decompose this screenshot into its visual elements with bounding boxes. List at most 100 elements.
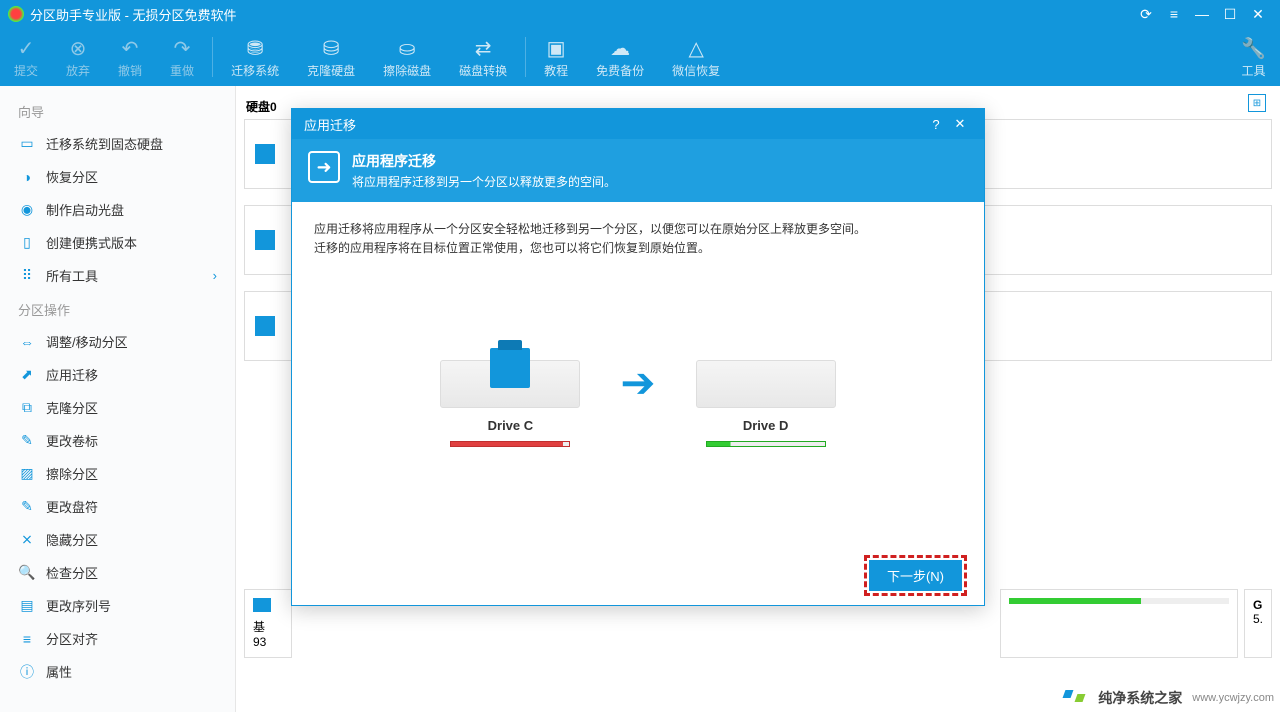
wipe-disk-button[interactable]: ⛀擦除磁盘 bbox=[369, 28, 445, 86]
sidebar-item-recover-partition[interactable]: ◑恢复分区 bbox=[0, 160, 235, 193]
drive-c-icon bbox=[440, 318, 580, 408]
help-icon[interactable]: ? bbox=[924, 117, 948, 132]
sidebar-item-change-serial[interactable]: ▤更改序列号 bbox=[0, 589, 235, 622]
drive-d-icon bbox=[696, 318, 836, 408]
cancel-icon: ⊗ bbox=[70, 36, 87, 62]
search-icon: 🔍 bbox=[18, 564, 36, 582]
refresh-icon[interactable]: ⟳ bbox=[1132, 0, 1160, 28]
serial-icon: ▤ bbox=[18, 597, 36, 615]
redo-button[interactable]: ↷重做 bbox=[156, 28, 208, 86]
sidebar-item-change-label[interactable]: ✎更改卷标 bbox=[0, 424, 235, 457]
sidebar-item-app-migrate[interactable]: ⬈应用迁移 bbox=[0, 358, 235, 391]
close-icon[interactable]: ✕ bbox=[1244, 0, 1272, 28]
tools-button[interactable]: 🔧工具 bbox=[1227, 28, 1280, 86]
chevron-right-icon: › bbox=[213, 268, 217, 283]
next-button[interactable]: 下一步(N) bbox=[869, 560, 962, 591]
app-migrate-icon: ⬈ bbox=[18, 366, 36, 384]
source-drive: Drive C bbox=[440, 318, 580, 447]
wipe-icon: ⛀ bbox=[399, 36, 416, 62]
convert-disk-button[interactable]: ⇄磁盘转换 bbox=[445, 28, 521, 86]
maximize-icon[interactable]: ☐ bbox=[1216, 0, 1244, 28]
dialog-close-icon[interactable]: ✕ bbox=[948, 116, 972, 132]
hide-icon: ⨯ bbox=[18, 531, 36, 549]
toolbar: ✓提交 ⊗放弃 ↶撤销 ↷重做 ⛃迁移系统 ⛁克隆硬盘 ⛀擦除磁盘 ⇄磁盘转换 … bbox=[0, 28, 1280, 86]
banner-title: 应用程序迁移 bbox=[352, 151, 616, 171]
sidebar-item-align[interactable]: ≡分区对齐 bbox=[0, 622, 235, 655]
free-backup-button[interactable]: ☁免费备份 bbox=[582, 28, 658, 86]
minimize-icon[interactable]: — bbox=[1188, 0, 1216, 28]
disc-icon: ◉ bbox=[18, 201, 36, 219]
dialog-banner: ➜ 应用程序迁移 将应用程序迁移到另一个分区以释放更多的空间。 bbox=[292, 139, 984, 202]
usb-icon: ▯ bbox=[18, 234, 36, 252]
sidebar-item-portable[interactable]: ▯创建便携式版本 bbox=[0, 226, 235, 259]
clone-disk-button[interactable]: ⛁克隆硬盘 bbox=[293, 28, 369, 86]
sidebar-item-check-partition[interactable]: 🔍检查分区 bbox=[0, 556, 235, 589]
edit-icon: ✎ bbox=[18, 432, 36, 450]
backup-icon: ☁ bbox=[610, 36, 630, 62]
tutorial-button[interactable]: ▣教程 bbox=[530, 28, 582, 86]
eraser-icon: ▨ bbox=[18, 465, 36, 483]
dialog-body: 应用迁移将应用程序从一个分区安全轻松地迁移到另一个分区，以便您可以在原始分区上释… bbox=[292, 202, 984, 465]
sidebar-item-change-letter[interactable]: ✎更改盘符 bbox=[0, 490, 235, 523]
body-text-1: 应用迁移将应用程序从一个分区安全轻松地迁移到另一个分区，以便您可以在原始分区上释… bbox=[314, 220, 962, 239]
menu-icon[interactable]: ≡ bbox=[1160, 0, 1188, 28]
migrate-os-button[interactable]: ⛃迁移系统 bbox=[217, 28, 293, 86]
sidebar-item-hide-partition[interactable]: ⨯隐藏分区 bbox=[0, 523, 235, 556]
sidebar-item-wipe-partition[interactable]: ▨擦除分区 bbox=[0, 457, 235, 490]
clone-part-icon: ⧉ bbox=[18, 399, 36, 417]
letter-icon: ✎ bbox=[18, 498, 36, 516]
book-icon: ▣ bbox=[547, 36, 566, 62]
sidebar-item-all-tools[interactable]: ⠿所有工具› bbox=[0, 259, 235, 292]
app-logo-icon bbox=[8, 6, 24, 22]
migrate-icon: ⛃ bbox=[247, 36, 264, 62]
usage-bar bbox=[1009, 598, 1229, 604]
dialog-titlebar: 应用迁移 ? ✕ bbox=[292, 109, 984, 139]
dialog-title: 应用迁移 bbox=[304, 115, 356, 134]
sidebar-item-properties[interactable]: ⓘ属性 bbox=[0, 655, 235, 688]
clone-icon: ⛁ bbox=[323, 36, 340, 62]
body-text-2: 迁移的应用程序将在目标位置正常使用，您也可以将它们恢复到原始位置。 bbox=[314, 239, 962, 258]
drive-d-usage-bar bbox=[706, 441, 826, 447]
drive-icon bbox=[253, 598, 271, 612]
recovery-icon: △ bbox=[688, 36, 703, 62]
redo-icon: ↷ bbox=[174, 36, 191, 62]
ssd-icon: ▭ bbox=[18, 135, 36, 153]
sidebar: 向导 ▭迁移系统到固态硬盘 ◑恢复分区 ◉制作启动光盘 ▯创建便携式版本 ⠿所有… bbox=[0, 86, 236, 712]
recover-icon: ◑ bbox=[18, 168, 36, 186]
arrow-right-icon: ➔ bbox=[620, 349, 655, 416]
watermark: 纯净系统之家 www.ycwjzy.com bbox=[1062, 688, 1274, 708]
drive-c-usage-bar bbox=[450, 441, 570, 447]
align-icon: ≡ bbox=[18, 630, 36, 648]
drive-icon bbox=[255, 316, 275, 336]
drive-c-label: Drive C bbox=[488, 416, 534, 437]
target-drive: Drive D bbox=[696, 318, 836, 447]
layout-toggle-button[interactable]: ⊞ bbox=[1248, 94, 1266, 112]
drive-illustration: Drive C ➔ Drive D bbox=[314, 318, 962, 447]
undo-button[interactable]: ↶撤销 bbox=[104, 28, 156, 86]
commit-button[interactable]: ✓提交 bbox=[0, 28, 52, 86]
drive-d-label: Drive D bbox=[743, 416, 789, 437]
watermark-logo-icon bbox=[1062, 688, 1092, 708]
ops-heading: 分区操作 bbox=[0, 292, 235, 325]
resize-icon: ⇔ bbox=[18, 333, 36, 351]
app-title: 分区助手专业版 - 无损分区免费软件 bbox=[30, 5, 237, 24]
partition-card[interactable] bbox=[1000, 589, 1238, 658]
sidebar-item-migrate-ssd[interactable]: ▭迁移系统到固态硬盘 bbox=[0, 127, 235, 160]
sidebar-item-clone-partition[interactable]: ⧉克隆分区 bbox=[0, 391, 235, 424]
banner-description: 将应用程序迁移到另一个分区以释放更多的空间。 bbox=[352, 173, 616, 190]
migration-icon: ➜ bbox=[308, 151, 340, 183]
drive-icon bbox=[255, 230, 275, 250]
partition-card[interactable]: 基 93 bbox=[244, 589, 292, 658]
sidebar-item-bootable-media[interactable]: ◉制作启动光盘 bbox=[0, 193, 235, 226]
wizard-heading: 向导 bbox=[0, 94, 235, 127]
partition-card[interactable]: G 5. bbox=[1244, 589, 1272, 658]
wrench-icon: 🔧 bbox=[1241, 36, 1266, 62]
discard-button[interactable]: ⊗放弃 bbox=[52, 28, 104, 86]
sidebar-item-resize[interactable]: ⇔调整/移动分区 bbox=[0, 325, 235, 358]
watermark-url: www.ycwjzy.com bbox=[1192, 692, 1274, 704]
grid-icon: ⠿ bbox=[18, 267, 36, 285]
undo-icon: ↶ bbox=[122, 36, 139, 62]
wechat-recovery-button[interactable]: △微信恢复 bbox=[658, 28, 734, 86]
watermark-name: 纯净系统之家 bbox=[1098, 688, 1182, 708]
convert-icon: ⇄ bbox=[475, 36, 492, 62]
